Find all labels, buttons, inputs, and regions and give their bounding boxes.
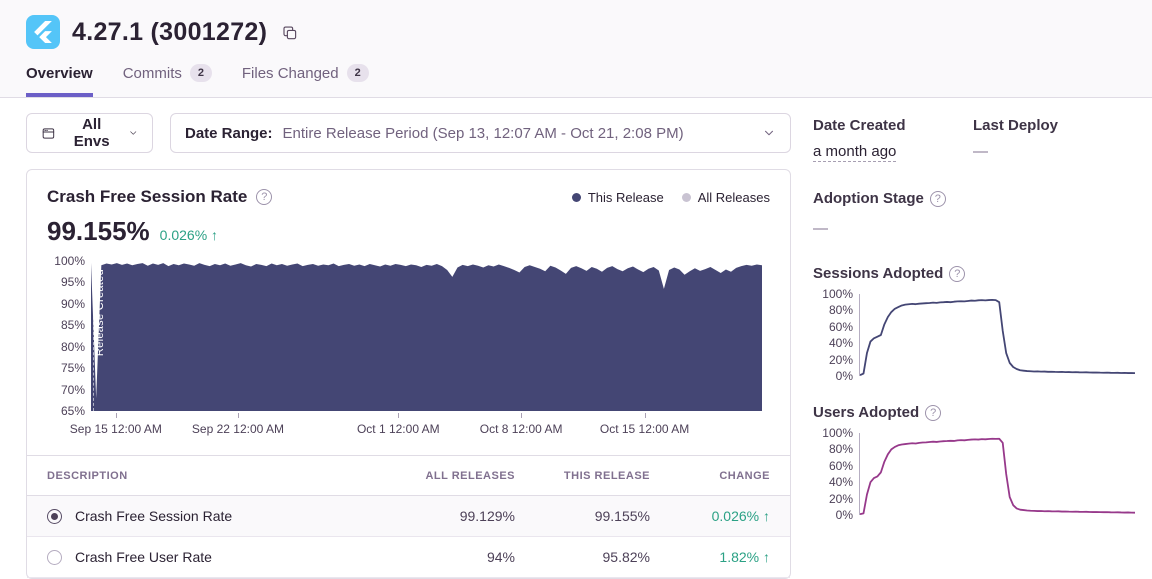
crash-free-session-rate-title: Crash Free Session Rate ? [47, 187, 272, 207]
metrics-table: Description All Releases This Release Ch… [27, 455, 790, 578]
date-range-label: Date Range: [185, 125, 273, 142]
environment-filter-label: All Envs [66, 116, 118, 150]
legend-all-releases[interactable]: All Releases [682, 190, 770, 205]
files-changed-count-badge: 2 [347, 64, 369, 82]
content-column: All Envs Date Range: Entire Release Peri… [26, 113, 791, 579]
date-range-button[interactable]: Date Range: Entire Release Period (Sep 1… [170, 113, 791, 153]
column-change: Change [670, 456, 790, 496]
window-icon [41, 125, 56, 142]
users-chart-y-axis: 100%80%60%40%20%0% [813, 433, 853, 515]
users-adopted-section: Users Adopted ? 100%80%60%40%20%0% [813, 404, 1136, 515]
row-change-value: 0.026% ↑ [670, 496, 790, 537]
column-this-release: This Release [535, 456, 670, 496]
sessions-adopted-label: Sessions Adopted [813, 265, 943, 282]
legend-this-release[interactable]: This Release [572, 190, 664, 205]
copy-icon [281, 24, 299, 42]
sessions-chart-y-axis: 100%80%60%40%20%0% [813, 294, 853, 376]
users-chart-svg [860, 433, 1135, 515]
environment-filter-button[interactable]: All Envs [26, 113, 153, 153]
tab-bar: Overview Commits 2 Files Changed 2 [26, 64, 1126, 97]
metrics-table-header-row: Description All Releases This Release Ch… [27, 456, 790, 496]
page-title: 4.27.1 (3001272) [72, 18, 267, 47]
crash-free-panel-header: Crash Free Session Rate ? 99.155% 0.026%… [27, 170, 790, 247]
legend-dot-all-releases [682, 193, 691, 202]
last-deploy-value: — [973, 143, 1136, 160]
panel-title-text: Crash Free Session Rate [47, 187, 247, 207]
help-icon[interactable]: ? [256, 189, 272, 205]
radio-crash-free-user-rate[interactable] [47, 550, 62, 565]
adoption-stage-section: Adoption Stage ? — [813, 190, 1136, 237]
copy-version-button[interactable] [279, 22, 301, 44]
chevron-down-icon [128, 127, 138, 139]
last-deploy-label: Last Deploy [973, 117, 1136, 134]
title-row: 4.27.1 (3001272) [26, 15, 1126, 49]
sessions-adopted-chart[interactable]: 100%80%60%40%20%0% [813, 294, 1135, 376]
rate-big-number: 99.155% [47, 216, 150, 247]
commits-count-badge: 2 [190, 64, 212, 82]
users-adopted-chart[interactable]: 100%80%60%40%20%0% [813, 433, 1135, 515]
column-all-releases: All Releases [385, 456, 535, 496]
row-this-release-value: 99.155% [535, 496, 670, 537]
chart-legend: This Release All Releases [572, 190, 770, 205]
sessions-chart-svg [860, 294, 1135, 376]
filter-row: All Envs Date Range: Entire Release Peri… [26, 113, 791, 153]
row-description: Crash Free Session Rate [75, 508, 232, 524]
tab-overview-label: Overview [26, 65, 93, 82]
release-meta: Date Created Last Deploy a month ago — [813, 117, 1136, 160]
date-created-value[interactable]: a month ago [813, 143, 896, 162]
tab-overview[interactable]: Overview [26, 64, 93, 97]
table-row-crash-free-session-rate[interactable]: Crash Free Session Rate 99.129% 99.155% … [27, 496, 790, 537]
crash-chart-plot: Release Created [91, 261, 762, 411]
users-adopted-label: Users Adopted [813, 404, 919, 421]
adoption-stage-value: — [813, 220, 1136, 237]
help-icon[interactable]: ? [925, 405, 941, 421]
rate-delta: 0.026% ↑ [160, 227, 218, 243]
legend-dot-this-release [572, 193, 581, 202]
release-sidebar: Date Created Last Deploy a month ago — A… [813, 113, 1136, 579]
tab-files-changed-label: Files Changed [242, 65, 339, 82]
legend-label-this-release: This Release [588, 190, 664, 205]
radio-crash-free-session-rate[interactable] [47, 509, 62, 524]
legend-label-all-releases: All Releases [698, 190, 770, 205]
table-row-crash-free-user-rate[interactable]: Crash Free User Rate 94% 95.82% 1.82% ↑ [27, 537, 790, 578]
crash-chart-y-axis: 100%95%90%85%80%75%70%65% [43, 261, 85, 411]
main-content: All Envs Date Range: Entire Release Peri… [0, 98, 1152, 579]
release-created-label: Release Created [94, 269, 106, 356]
sessions-adopted-section: Sessions Adopted ? 100%80%60%40%20%0% [813, 265, 1136, 376]
tab-files-changed[interactable]: Files Changed 2 [242, 64, 369, 97]
crash-chart-x-axis: Sep 15 12:00 AMSep 22 12:00 AMOct 1 12:0… [91, 419, 762, 439]
flutter-app-icon [26, 15, 60, 49]
row-this-release-value: 95.82% [535, 537, 670, 578]
date-range-value: Entire Release Period (Sep 13, 12:07 AM … [283, 125, 684, 142]
tab-commits[interactable]: Commits 2 [123, 64, 212, 97]
help-icon[interactable]: ? [949, 266, 965, 282]
crash-free-chart[interactable]: 100%95%90%85%80%75%70%65% Release Create… [43, 261, 762, 411]
row-change-value: 1.82% ↑ [670, 537, 790, 578]
row-all-releases-value: 99.129% [385, 496, 535, 537]
flutter-logo-icon [32, 21, 54, 43]
crash-free-rate-value: 99.155% 0.026% ↑ [47, 216, 272, 247]
row-all-releases-value: 94% [385, 537, 535, 578]
date-created-label: Date Created [813, 117, 973, 134]
page-header: 4.27.1 (3001272) Overview Commits 2 File… [0, 0, 1152, 98]
column-description: Description [27, 456, 385, 496]
help-icon[interactable]: ? [930, 191, 946, 207]
crash-free-panel: Crash Free Session Rate ? 99.155% 0.026%… [26, 169, 791, 579]
tab-commits-label: Commits [123, 65, 182, 82]
chevron-down-icon [762, 126, 776, 140]
row-description: Crash Free User Rate [75, 549, 212, 565]
adoption-stage-label: Adoption Stage [813, 190, 924, 207]
crash-chart-svg [91, 261, 762, 411]
